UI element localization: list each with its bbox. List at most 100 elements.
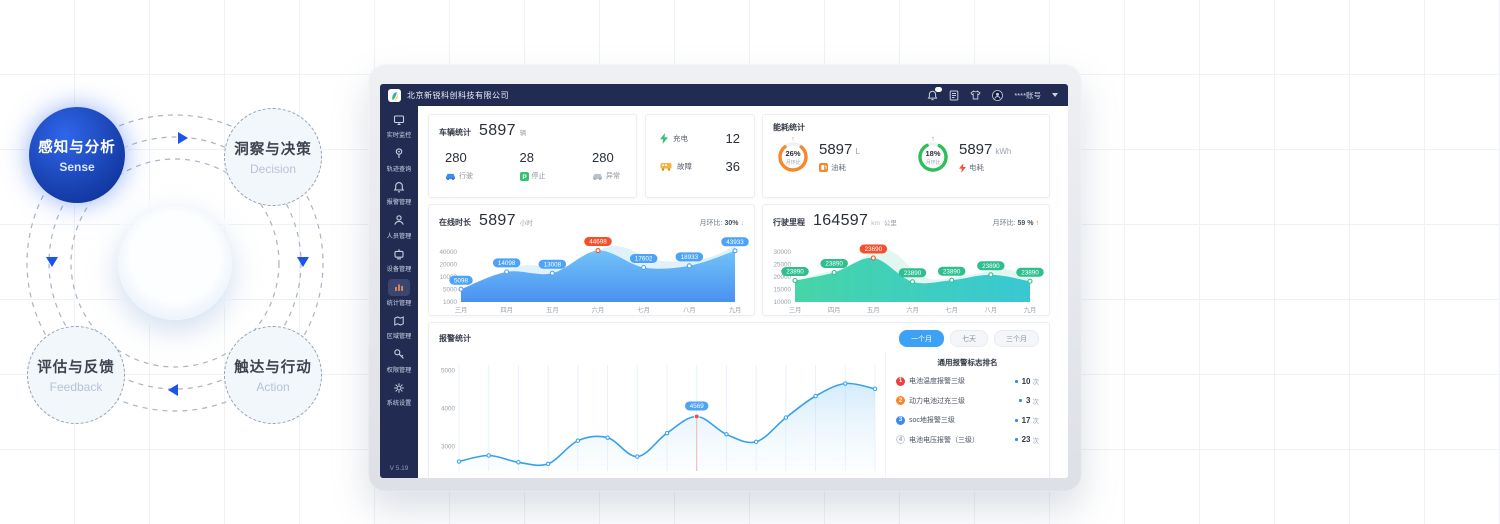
tab-seven-days[interactable]: 七天 [950,330,988,347]
energy-stats-card: 能耗统计 ↑ 26% 月环比 [762,114,1050,198]
svg-text:5098: 5098 [454,277,469,284]
sidebar-item-personnel-management[interactable]: 人员管理 [386,212,412,240]
diagram-node-sense[interactable]: 感知与分析 Sense [29,107,125,203]
person-icon [393,214,405,226]
sidebar-item-label: 区域管理 [387,330,412,340]
svg-text:四月: 四月 [500,306,513,314]
sidebar-item-region-management[interactable]: 区域管理 [386,312,412,340]
svg-text:13008: 13008 [544,261,562,268]
fuel-value: 5897 [819,141,852,158]
node-sense-subtitle: Sense [59,160,94,174]
fault-label: 故障 [677,161,692,172]
svg-text:四月: 四月 [828,306,841,314]
tab-three-months[interactable]: 三个月 [994,330,1039,347]
count-marker-icon [1015,380,1018,383]
account-label[interactable]: ****账号 [1014,90,1041,101]
map-region-icon [393,315,405,327]
arrow-down-icon [46,257,58,267]
diagram-node-feedback[interactable]: 评估与反馈 Feedback [27,326,125,424]
svg-text:18933: 18933 [681,254,699,261]
diagram-node-decision[interactable]: 洞察与决策 Decision [224,108,322,206]
monitor-icon [393,114,405,126]
key-icon [393,348,405,360]
rank-count: 23 [1022,435,1031,444]
node-decision-title: 洞察与决策 [234,138,312,159]
alarm-line-chart[interactable]: 3000400050004569 [435,353,883,478]
up-arrow-icon: ↑ [1036,220,1040,227]
sidebar-item-track-query[interactable]: 轨迹查询 [386,145,412,173]
topbar-actions: ****账号 [927,90,1058,101]
sidebar-item-realtime-monitor[interactable]: 实时监控 [386,111,412,139]
mom-label: 月环比: [700,218,723,228]
rank-label: soc地报警三级 [909,415,955,425]
device-icon [393,248,405,260]
power-percent: 18% [925,149,940,158]
vehicle-card-title: 车辆统计 [439,127,471,138]
svg-text:八月: 八月 [985,306,998,314]
stat-value: 28 [520,150,534,165]
mileage-value: 164597 [813,212,868,230]
svg-text:4000: 4000 [441,406,456,413]
svg-text:20000: 20000 [439,262,457,269]
bar-chart-icon [393,281,405,293]
ranking-row[interactable]: 1 电池温度报警三级 10 次 [896,376,1039,386]
svg-text:23690: 23690 [865,246,883,253]
rank-count-unit: 次 [1033,396,1040,406]
notification-bell-icon[interactable] [927,90,938,101]
gear-icon [393,382,405,394]
svg-text:3000: 3000 [441,443,456,450]
fuel-label: 油耗 [831,162,846,173]
mileage-card-title: 行驶里程 [773,217,805,228]
sidebar-item-label: 实时监控 [387,129,412,139]
svg-text:六月: 六月 [906,305,919,314]
down-arrow-icon: ↓ [741,220,745,227]
location-pin-icon [393,147,405,159]
vehicle-stats-card: 车辆统计 5897 辆 280 行驶 [428,114,637,198]
top-navigation-bar: 北京新锐科创科技有限公司 ****账号 [380,84,1068,106]
tab-one-month[interactable]: 一个月 [899,330,944,347]
mileage-card: 行驶里程 164597 km 公里 月环比: 59 % ↑ 1000015000… [762,204,1050,316]
power-label: 电耗 [969,162,984,173]
svg-text:44698: 44698 [589,239,607,246]
rank-count: 3 [1026,396,1030,405]
ranking-row[interactable]: 2 动力电池过充三级 3 次 [896,396,1039,406]
stat-value: 280 [592,150,614,165]
rank-count: 17 [1022,416,1031,425]
chevron-down-icon[interactable] [1052,93,1058,97]
online-mom: 月环比: 30% ↓ [700,218,744,228]
online-duration-chart[interactable]: 100050001000020000400005098三月14098四月1300… [434,236,751,319]
avatar-icon[interactable] [992,90,1003,101]
sidebar-item-statistics-management[interactable]: 统计管理 [386,279,412,307]
sidebar-item-permission-management[interactable]: 权限管理 [386,346,412,374]
charge-fault-card: 充电 12 故障 36 [645,114,755,198]
node-sense-title: 感知与分析 [38,136,116,157]
brand: 北京新锐科创科技有限公司 [388,89,509,102]
ranking-title: 通用报警标志排名 [896,357,1039,368]
power-gauge-group: ↑ 18% 月环比 5897 kWh [915,139,1039,175]
dashboard-main: 车辆统计 5897 辆 280 行驶 [418,106,1068,478]
energy-card-title: 能耗统计 [773,122,805,133]
sidebar-item-system-settings[interactable]: 系统设置 [386,379,412,407]
ranking-row[interactable]: 3 soc地报警三级 17 次 [896,415,1039,425]
fault-vehicle-icon [660,162,672,171]
diagram-node-action[interactable]: 触达与行动 Action [224,326,322,424]
app-version: V 5.19 [390,465,409,472]
sidebar-item-label: 系统设置 [387,397,412,407]
ranking-row[interactable]: 4 电池电压报警（三级） 23 次 [896,435,1039,445]
mileage-chart[interactable]: 100001500020000250003000023890三月23890四月2… [768,236,1046,319]
vehicle-total-unit: 辆 [520,127,527,137]
sidebar-item-device-management[interactable]: 设备管理 [386,245,412,273]
rank-label: 动力电池过充三级 [909,396,965,406]
svg-text:23890: 23890 [982,263,1000,270]
apparel-icon[interactable] [970,90,981,100]
parking-icon: P [520,172,529,181]
charging-bolt-icon [660,133,668,144]
online-unit: 小时 [520,217,533,227]
sidebar-item-label: 轨迹查询 [387,163,412,173]
sidebar-item-alarm-management[interactable]: 报警管理 [386,178,412,206]
svg-text:九月: 九月 [729,305,742,314]
mom-value: 59 % [1018,220,1034,227]
power-gauge: ↑ 18% 月环比 [915,139,951,175]
document-icon[interactable] [949,90,959,101]
alarm-range-tabs: 一个月 七天 三个月 [899,330,1039,347]
